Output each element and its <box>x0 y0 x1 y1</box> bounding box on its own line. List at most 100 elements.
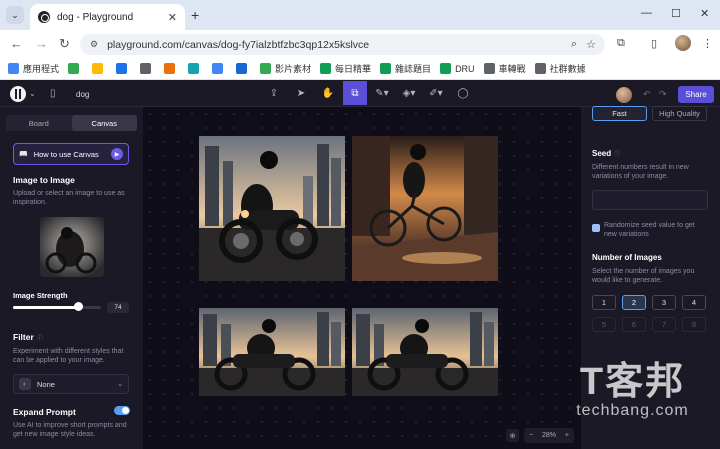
bookmark-favicon-icon <box>236 63 248 74</box>
generated-image[interactable] <box>199 308 345 396</box>
tab-search-icon[interactable]: ⌄ <box>6 6 24 24</box>
how-to-use-canvas-button[interactable]: 📖 How to use Canvas ▶ <box>13 143 129 165</box>
brush-tool-icon[interactable]: ✎▾ <box>370 81 394 105</box>
canvas-toolbar: ⇪ ➤ ✋ ⧉ ✎▾ ◈▾ ✐▾ ◯ <box>262 81 478 105</box>
bookmark-label: 應用程式 <box>23 64 60 74</box>
bookmark-item[interactable]: 影片素材 <box>260 62 311 75</box>
inspiration-image-thumbnail[interactable] <box>40 217 104 277</box>
bookmark-favicon-icon <box>116 63 128 74</box>
num-images-option-2[interactable]: 2 <box>622 295 646 310</box>
tab-board[interactable]: Board <box>6 115 72 131</box>
generated-image[interactable] <box>352 136 498 281</box>
bookmark-item[interactable] <box>116 63 131 74</box>
browser-profile-avatar[interactable] <box>675 35 691 51</box>
bookmark-favicon-icon <box>212 63 224 74</box>
number-of-images-title: Number of Images <box>592 253 662 262</box>
bookmark-item[interactable] <box>140 63 155 74</box>
bookmark-item[interactable]: 雜誌題目 <box>380 62 431 75</box>
filter-title: Filter <box>13 332 34 342</box>
extensions-icon[interactable]: ⧉ <box>617 37 625 50</box>
window-close-button[interactable]: ✕ <box>700 7 709 20</box>
num-images-option-6[interactable]: 6 <box>622 317 646 332</box>
image-strength-slider[interactable] <box>13 306 101 309</box>
generated-image[interactable] <box>199 136 345 281</box>
bookmark-label: 社群數據 <box>549 64 586 74</box>
new-tab-button[interactable]: + <box>191 7 199 23</box>
filter-selected-value: None <box>37 379 55 389</box>
generate-frame-tool-icon[interactable]: ⧉ <box>343 81 367 105</box>
bookmark-item[interactable] <box>68 63 83 74</box>
project-name[interactable]: dog <box>76 90 89 99</box>
bookmark-favicon-icon <box>92 63 104 74</box>
url-text: playground.com/canvas/dog-fy7ialzbtfzbc3… <box>107 38 370 51</box>
zoom-out-button[interactable]: − <box>529 432 533 439</box>
bookmark-item[interactable] <box>212 63 227 74</box>
share-button[interactable]: Share <box>678 86 714 103</box>
pencil-tool-icon[interactable]: ✐▾ <box>424 81 448 105</box>
pan-hand-tool-icon[interactable]: ✋ <box>316 81 340 105</box>
logo-chevron-down-icon[interactable]: ⌄ <box>29 89 36 98</box>
fit-to-screen-icon[interactable]: ⊕ <box>506 429 519 442</box>
expand-prompt-toggle[interactable] <box>114 406 130 415</box>
minimize-button[interactable]: — <box>641 7 652 19</box>
tab-canvas[interactable]: Canvas <box>71 115 137 131</box>
bookmark-item[interactable] <box>188 63 203 74</box>
bookmark-item[interactable] <box>236 63 251 74</box>
bookmark-item[interactable]: 每日精華 <box>320 62 371 75</box>
num-images-option-4[interactable]: 4 <box>682 295 706 310</box>
bookmark-item[interactable]: DRU <box>440 63 475 74</box>
zoom-in-button[interactable]: + <box>565 432 569 439</box>
num-images-option-5[interactable]: 5 <box>592 317 616 332</box>
bookmark-item[interactable]: 應用程式 <box>8 62 59 75</box>
playground-logo-icon[interactable] <box>10 86 26 102</box>
expand-prompt-title: Expand Prompt <box>13 407 76 417</box>
forward-arrow-icon[interactable]: → <box>35 36 48 51</box>
toggle-sidebar-icon[interactable]: ▯ <box>50 88 56 99</box>
side-panel-icon[interactable]: ▯ <box>651 37 657 50</box>
redo-icon[interactable]: ↷ <box>659 89 667 100</box>
comment-tool-icon[interactable]: ◯ <box>451 81 475 105</box>
num-images-option-8[interactable]: 8 <box>682 317 706 332</box>
image-strength-value[interactable]: 74 <box>107 302 129 313</box>
site-settings-icon[interactable]: ⚙ <box>90 39 98 50</box>
bookmark-star-icon[interactable]: ☆ <box>586 38 596 51</box>
user-avatar[interactable] <box>616 87 632 103</box>
bookmark-label: 車轉戰 <box>498 64 526 74</box>
reload-icon[interactable]: ↻ <box>59 36 70 52</box>
bookmark-favicon-icon <box>164 63 176 74</box>
speed-high-quality-button[interactable]: High Quality <box>652 106 707 121</box>
num-images-option-1[interactable]: 1 <box>592 295 616 310</box>
filter-title-row: Filter ⓘ <box>13 332 43 342</box>
image-strength-knob[interactable] <box>73 302 83 311</box>
more-menu-icon[interactable]: ⋮ <box>702 37 713 50</box>
fill-tool-icon[interactable]: ◈▾ <box>397 81 421 105</box>
image-to-image-desc: Upload or select an image to use as insp… <box>13 190 125 206</box>
seed-input[interactable] <box>592 190 708 210</box>
upload-tool-icon[interactable]: ⇪ <box>262 81 286 105</box>
seed-info-icon[interactable]: ⓘ <box>614 152 620 158</box>
filter-info-icon[interactable]: ⓘ <box>37 336 43 342</box>
bookmark-item[interactable]: 社群數據 <box>534 62 586 75</box>
bookmark-item[interactable]: 車轉戰 <box>483 62 526 75</box>
bookmark-item[interactable] <box>164 63 179 74</box>
select-tool-icon[interactable]: ➤ <box>289 81 313 105</box>
bookmark-favicon-icon <box>380 63 392 74</box>
undo-icon[interactable]: ↶ <box>643 89 651 100</box>
zoom-lens-icon[interactable]: ⌕ <box>571 38 577 51</box>
bookmark-label: 雜誌題目 <box>395 64 432 74</box>
randomize-seed-checkbox[interactable] <box>592 224 600 232</box>
filter-select[interactable]: ◐ None ⌄ <box>13 374 129 394</box>
address-bar[interactable]: ⚙ playground.com/canvas/dog-fy7ialzbtfzb… <box>80 34 605 55</box>
maximize-button[interactable]: ☐ <box>671 7 681 20</box>
speed-fast-button[interactable]: Fast <box>592 106 647 121</box>
bookmark-favicon-icon <box>483 63 495 74</box>
num-images-option-7[interactable]: 7 <box>652 317 676 332</box>
back-arrow-icon[interactable]: ← <box>10 36 23 51</box>
bookmark-item[interactable] <box>92 63 107 74</box>
bookmark-label: 影片素材 <box>275 64 312 74</box>
tab-close-icon[interactable]: ✕ <box>168 11 177 24</box>
bookmarks-bar: 應用程式 影片素材 每日精華 雜誌題目 DRU 車轉戰 社群數據 <box>0 58 720 80</box>
generated-image[interactable] <box>352 308 498 396</box>
num-images-option-3[interactable]: 3 <box>652 295 676 310</box>
browser-tab[interactable]: dog - Playground ✕ <box>30 4 185 30</box>
